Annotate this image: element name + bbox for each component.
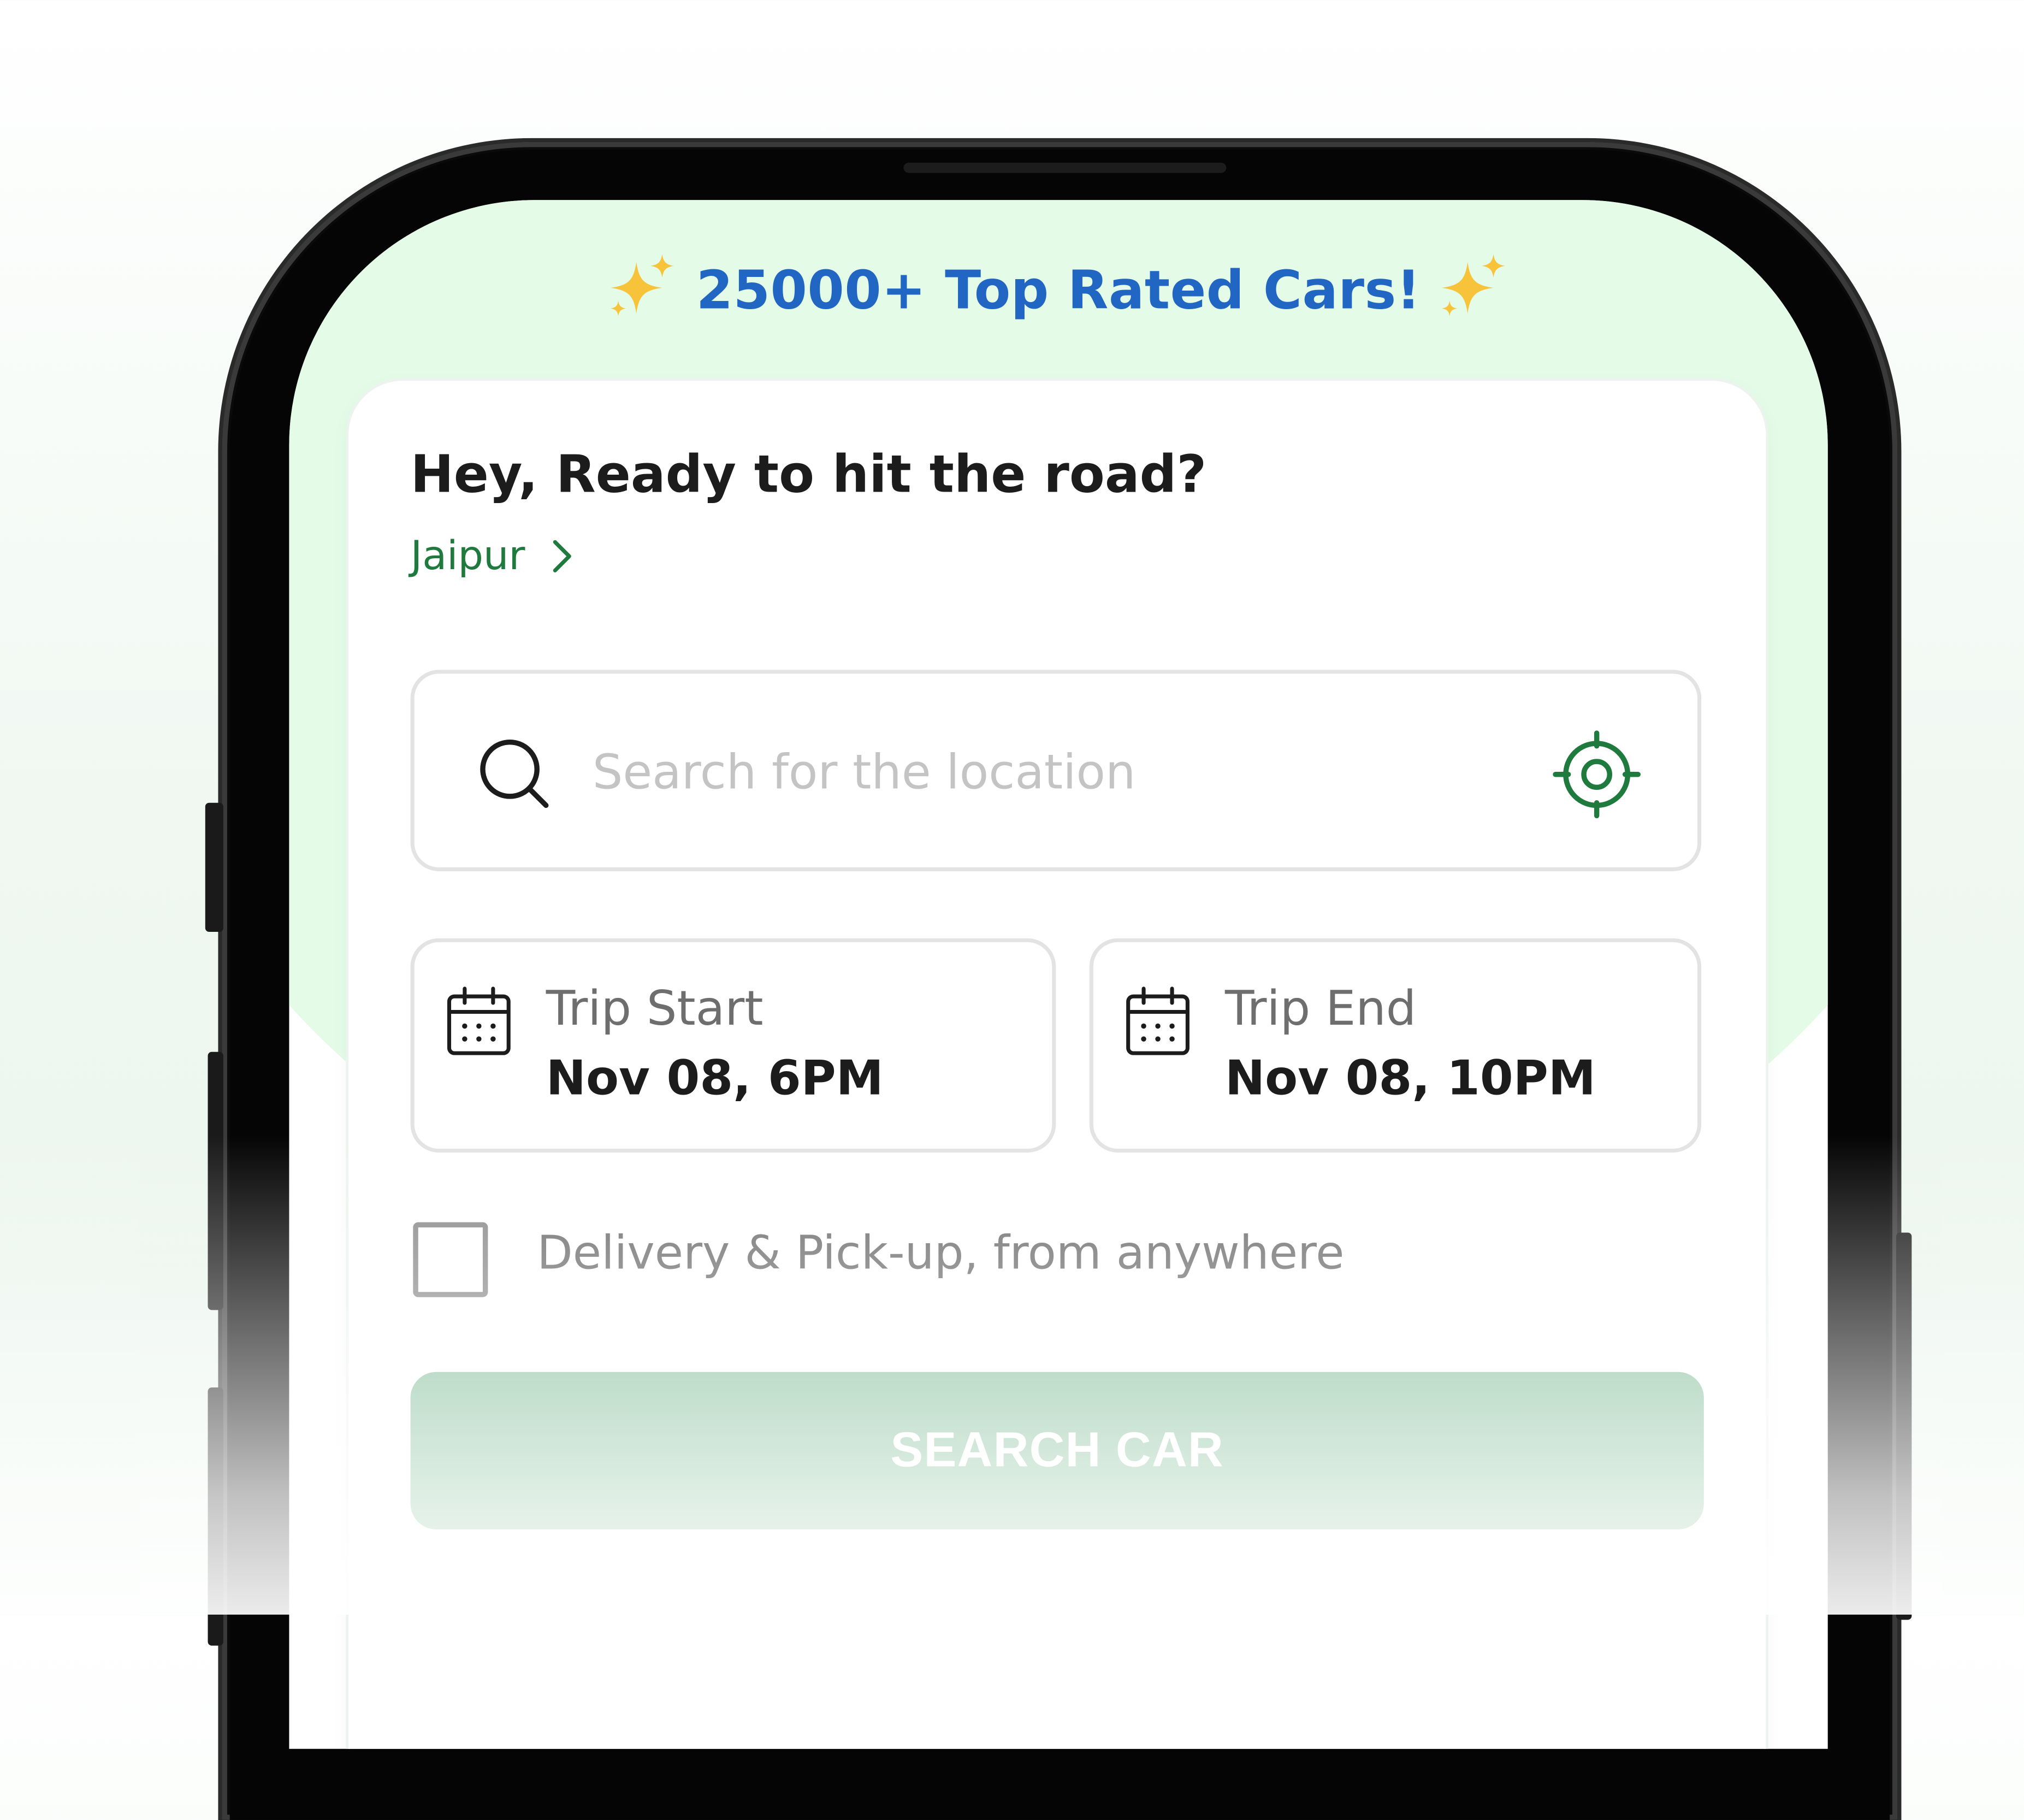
- promo-banner-text: 25000+ Top Rated Cars!: [696, 259, 1421, 322]
- trip-end-field[interactable]: Trip End Nov 08, 10PM: [1089, 938, 1702, 1153]
- sparkles-icon: [608, 252, 678, 319]
- location-search-input[interactable]: [590, 725, 1499, 819]
- volume-up-button: [208, 1051, 223, 1310]
- trip-end-label: Trip End: [1224, 980, 1417, 1037]
- calendar-icon: [1126, 986, 1189, 1055]
- sparkles-icon: [1440, 252, 1510, 319]
- trip-start-label: Trip Start: [546, 980, 764, 1037]
- locate-icon[interactable]: [1553, 730, 1641, 819]
- stage: 25000+ Top Rated Cars! Hey, Ready to hit…: [0, 0, 2024, 1820]
- greeting-heading: Hey, Ready to hit the road?: [410, 445, 1207, 505]
- calendar-icon: [447, 986, 511, 1055]
- trip-start-value: Nov 08, 6PM: [546, 1050, 884, 1107]
- search-car-button[interactable]: SEARCH CAR: [410, 1372, 1704, 1530]
- trip-start-field[interactable]: Trip Start Nov 08, 6PM: [410, 938, 1056, 1153]
- speaker-grill: [903, 162, 1227, 173]
- delivery-checkbox-label[interactable]: Delivery & Pick-up, from anywhere: [537, 1227, 1344, 1280]
- delivery-checkbox[interactable]: [413, 1222, 488, 1297]
- search-icon: [480, 739, 549, 808]
- city-selector[interactable]: Jaipur: [411, 533, 577, 580]
- promo-banner: 25000+ Top Rated Cars!: [289, 252, 1827, 322]
- city-name: Jaipur: [410, 533, 525, 580]
- volume-down-button: [208, 1387, 223, 1646]
- power-button: [1896, 1232, 1912, 1620]
- chevron-right-icon: [553, 540, 571, 572]
- mute-switch: [205, 802, 223, 932]
- trip-end-value: Nov 08, 10PM: [1224, 1050, 1596, 1107]
- location-search-field[interactable]: [410, 670, 1702, 871]
- phone-screen: 25000+ Top Rated Cars! Hey, Ready to hit…: [289, 200, 1828, 1749]
- search-card: Hey, Ready to hit the road? Jaipur Searc…: [348, 381, 1766, 1749]
